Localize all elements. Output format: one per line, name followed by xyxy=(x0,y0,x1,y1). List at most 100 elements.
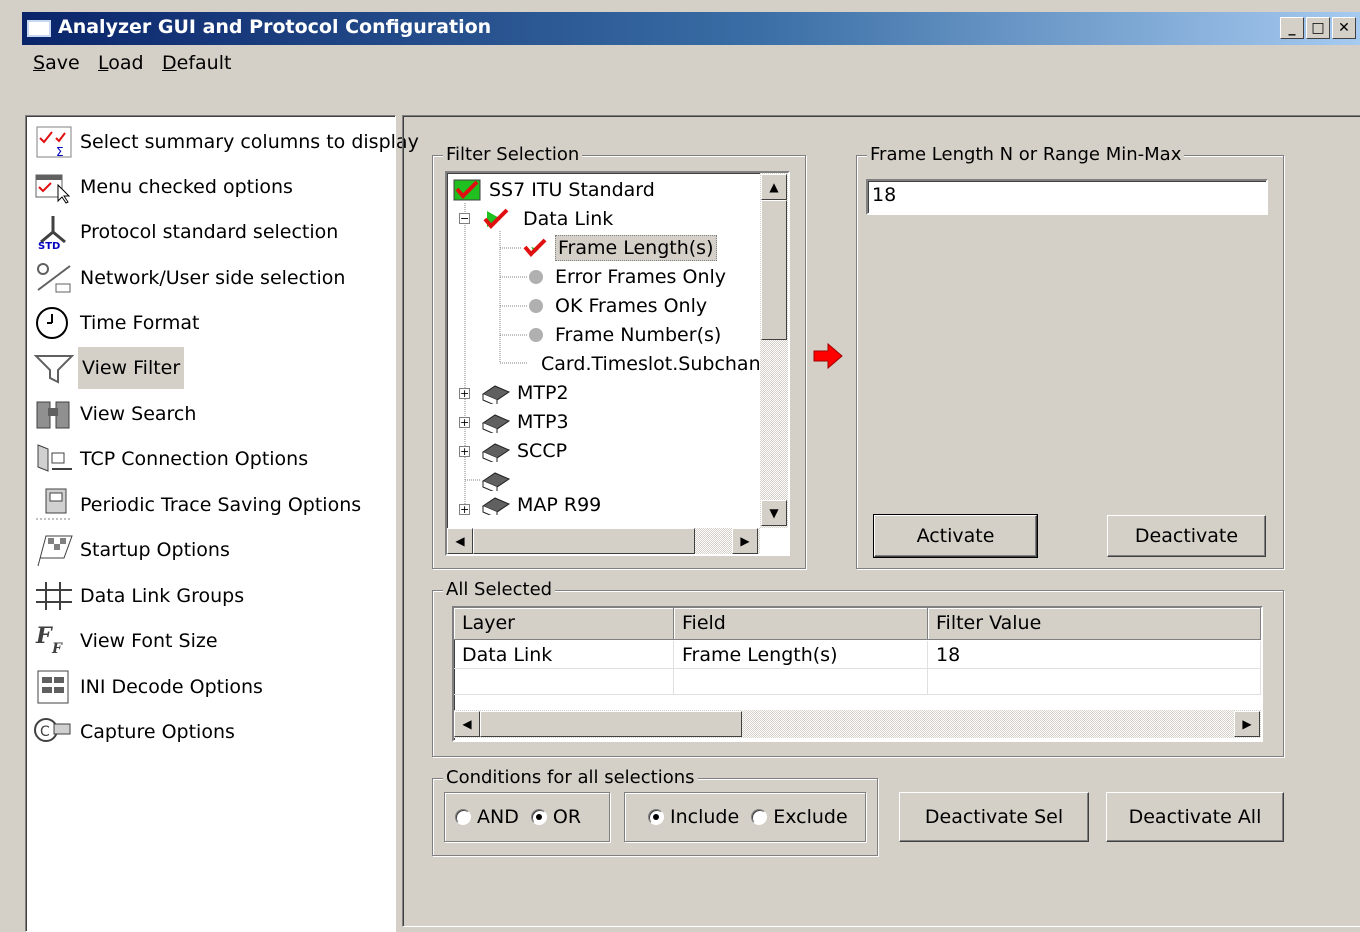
scroll-right-button[interactable]: ▶ xyxy=(732,528,758,554)
svg-text:C: C xyxy=(40,724,50,740)
include-radio[interactable]: Include xyxy=(648,805,745,828)
deactivate-button[interactable]: Deactivate xyxy=(1107,515,1266,557)
binoculars-icon xyxy=(34,396,74,432)
tree-node-root[interactable]: SS7 ITU Standard xyxy=(453,176,655,204)
tree-node-map-r99[interactable]: MAP R99 xyxy=(481,495,601,515)
sidebar-item-tcp-connection[interactable]: TCP Connection Options xyxy=(34,439,310,479)
checked-icon xyxy=(453,179,481,201)
frame-length-input[interactable]: 18 xyxy=(866,179,1268,215)
close-button[interactable]: ✕ xyxy=(1332,17,1356,39)
hscroll-thumb[interactable] xyxy=(480,711,742,737)
menu-load[interactable]: Load xyxy=(98,52,144,74)
tree-node-mtp2[interactable]: MTP2 xyxy=(481,379,569,407)
sidebar-item-capture[interactable]: C Capture Options xyxy=(34,712,237,752)
tree-node-error-frames[interactable]: Error Frames Only xyxy=(529,263,726,291)
table-hscroll[interactable]: ◀ ▶ xyxy=(454,710,1261,738)
funnel-icon xyxy=(33,350,75,386)
options-sidebar: Σ Select summary columns to display Menu… xyxy=(25,115,419,932)
tree-vscroll[interactable]: ▲ ▼ xyxy=(760,173,788,528)
tree-node-frame-number[interactable]: Frame Number(s) xyxy=(529,321,721,349)
protocol-book-icon xyxy=(481,385,511,404)
tcp-connection-icon xyxy=(34,441,74,477)
filter-tree[interactable]: SS7 ITU Standard − Data Link Frame Lengt… xyxy=(445,171,790,556)
and-radio[interactable]: AND xyxy=(455,805,525,828)
table-cell-empty xyxy=(674,669,928,695)
checked-icon xyxy=(483,208,509,229)
scroll-up-button[interactable]: ▲ xyxy=(761,174,787,200)
network-user-icon xyxy=(34,260,74,296)
data-link-groups-icon xyxy=(34,578,74,614)
sidebar-item-ini-decode[interactable]: INI Decode Options xyxy=(34,667,265,707)
table-cell[interactable]: Frame Length(s) xyxy=(674,641,928,669)
expand-icon[interactable]: + xyxy=(459,504,470,515)
sidebar-item-menu-checked[interactable]: Menu checked options xyxy=(34,167,295,207)
activate-button[interactable]: Activate xyxy=(873,514,1038,558)
sidebar-item-network-user[interactable]: Network/User side selection xyxy=(34,258,347,298)
sidebar-item-protocol-standard[interactable]: STD Protocol standard selection xyxy=(34,212,340,252)
sidebar-item-font-size[interactable]: FF View Font Size xyxy=(34,621,220,661)
tree-node-data-link[interactable]: Data Link xyxy=(481,205,613,233)
selected-filters-table[interactable]: Layer Field Filter Value Data Link Frame… xyxy=(452,606,1263,742)
tree-node-unnamed[interactable] xyxy=(481,466,517,494)
sidebar-item-data-link-groups[interactable]: Data Link Groups xyxy=(34,576,246,616)
column-header-layer[interactable]: Layer xyxy=(454,608,674,640)
sidebar-item-time-format[interactable]: Time Format xyxy=(34,303,202,343)
frame-length-legend: Frame Length N or Range Min-Max xyxy=(867,144,1185,165)
minimize-button[interactable]: _ xyxy=(1280,17,1304,39)
protocol-book-icon xyxy=(481,472,511,491)
summary-columns-icon: Σ xyxy=(34,124,74,160)
scroll-down-button[interactable]: ▼ xyxy=(761,500,787,526)
sidebar-item-view-filter[interactable]: View Filter xyxy=(33,347,185,389)
svg-text:F: F xyxy=(51,641,63,657)
protocol-std-icon: STD xyxy=(34,214,74,252)
protocol-book-icon xyxy=(481,443,511,462)
expand-icon[interactable]: + xyxy=(459,417,470,428)
radio-circle xyxy=(530,808,547,825)
tree-node-sccp[interactable]: SCCP xyxy=(481,437,567,465)
vscroll-thumb[interactable] xyxy=(761,200,787,340)
sidebar-item-startup[interactable]: Startup Options xyxy=(34,530,232,570)
hscroll-thumb[interactable] xyxy=(473,528,695,554)
exclude-radio[interactable]: Exclude xyxy=(751,805,853,828)
tree-node-ok-frames[interactable]: OK Frames Only xyxy=(529,292,707,320)
window-title: Analyzer GUI and Protocol Configuration xyxy=(58,16,492,38)
svg-text:F: F xyxy=(35,623,53,649)
scroll-left-button[interactable]: ◀ xyxy=(454,711,480,737)
expand-icon[interactable]: + xyxy=(459,446,470,457)
app-icon xyxy=(27,20,51,37)
collapse-icon[interactable]: − xyxy=(459,213,470,224)
table-cell-empty xyxy=(928,669,1261,695)
maximize-button[interactable]: □ xyxy=(1306,17,1330,39)
radio-circle xyxy=(751,808,768,825)
sidebar-item-summary-columns[interactable]: Σ Select summary columns to display xyxy=(34,122,421,162)
all-selected-legend: All Selected xyxy=(443,579,556,600)
or-radio[interactable]: OR xyxy=(530,805,587,828)
deactivate-sel-button[interactable]: Deactivate Sel xyxy=(899,792,1089,842)
deactivate-all-button[interactable]: Deactivate All xyxy=(1106,792,1284,842)
column-header-filter-value[interactable]: Filter Value xyxy=(928,608,1261,640)
tree-node-frame-length[interactable]: Frame Length(s) xyxy=(523,234,717,262)
tree-node-mtp3[interactable]: MTP3 xyxy=(481,408,569,436)
checked-icon xyxy=(523,238,547,257)
red-arrow-icon xyxy=(813,342,843,370)
tree-hscroll[interactable]: ◀ ▶ xyxy=(447,528,760,554)
table-cell[interactable]: 18 xyxy=(928,641,1261,669)
sidebar-item-view-search[interactable]: View Search xyxy=(34,394,198,434)
expand-icon[interactable]: + xyxy=(459,388,470,399)
menu-default[interactable]: Default xyxy=(162,52,231,74)
sidebar-item-periodic-save[interactable]: Periodic Trace Saving Options xyxy=(34,485,363,525)
table-cell[interactable]: Data Link xyxy=(454,641,674,669)
tree-node-card-timeslot[interactable]: Card.Timeslot.Subchan xyxy=(529,350,759,378)
menu-save[interactable]: Save xyxy=(33,52,80,74)
capture-icon: C xyxy=(34,714,74,750)
frame-length-group: Frame Length N or Range Min-Max xyxy=(856,144,1284,569)
protocol-book-icon xyxy=(481,497,511,515)
scroll-left-button[interactable]: ◀ xyxy=(447,528,473,554)
radio-circle xyxy=(648,808,664,825)
menu-bar: Save Load Default xyxy=(22,45,1360,83)
column-header-field[interactable]: Field xyxy=(674,608,928,640)
scroll-right-button[interactable]: ▶ xyxy=(1234,711,1260,737)
font-size-icon: FF xyxy=(34,623,74,659)
unchecked-icon xyxy=(529,299,543,313)
mode-radios: Include Exclude xyxy=(648,805,854,828)
